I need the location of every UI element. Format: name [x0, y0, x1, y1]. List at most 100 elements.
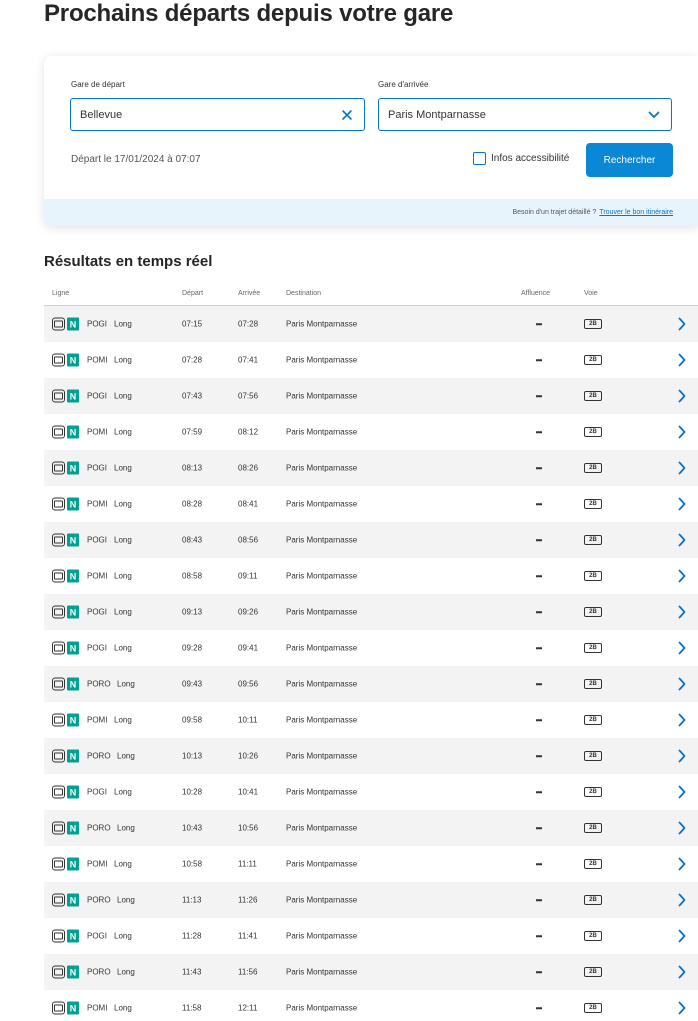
destination: Paris Montparnasse — [286, 571, 358, 581]
arrival-time: 07:56 — [238, 391, 259, 401]
line-n-badge: N — [67, 713, 79, 727]
train-icon — [52, 353, 65, 367]
chevron-right-icon[interactable] — [677, 785, 687, 799]
accessibility-checkbox[interactable] — [473, 152, 486, 165]
train-icon — [52, 821, 65, 835]
table-row[interactable]: N POMI Long 08:28 08:41 Paris Montparnasse 2B — [44, 486, 698, 522]
dash-icon — [536, 755, 542, 757]
table-row[interactable]: N POGI Long 08:43 08:56 Paris Montparnasse 2B — [44, 522, 698, 558]
table-row[interactable]: N POMI Long 08:58 09:11 Paris Montparnasse 2B — [44, 558, 698, 594]
table-row[interactable]: N POMI Long 07:59 08:12 Paris Montparnasse 2B — [44, 414, 698, 450]
destination: Paris Montparnasse — [286, 787, 358, 797]
chevron-right-icon[interactable] — [677, 713, 687, 727]
dash-icon — [536, 935, 542, 937]
search-button[interactable]: Rechercher — [586, 143, 673, 177]
platform-badge: 2B — [584, 859, 602, 869]
from-station-input[interactable]: Bellevue — [70, 98, 365, 131]
line-n-badge: N — [67, 317, 79, 331]
destination: Paris Montparnasse — [286, 679, 358, 689]
chevron-right-icon[interactable] — [677, 317, 687, 331]
table-row[interactable]: N POGI Long 08:13 08:26 Paris Montparnasse 2B — [44, 450, 698, 486]
table-row[interactable]: N PORO Long 11:43 11:56 Paris Montparnasse 2B — [44, 954, 698, 990]
arrival-time: 07:28 — [238, 319, 259, 329]
chevron-right-icon[interactable] — [677, 533, 687, 547]
departure-time: 07:59 — [182, 427, 203, 437]
destination: Paris Montparnasse — [286, 859, 358, 869]
train-icon — [52, 965, 65, 979]
chevron-right-icon[interactable] — [677, 425, 687, 439]
chevron-right-icon[interactable] — [677, 641, 687, 655]
train-length: Long — [114, 1003, 132, 1013]
table-row[interactable]: N PORO Long 09:43 09:56 Paris Montparnasse 2B — [44, 666, 698, 702]
arrival-time: 09:26 — [238, 607, 259, 617]
departure-datetime: Départ le 17/01/2024 à 07:07 — [71, 154, 201, 165]
table-row[interactable]: N POGI Long 07:43 07:56 Paris Montparnasse 2B — [44, 378, 698, 414]
to-station-value[interactable]: Paris Montparnasse — [388, 109, 643, 121]
platform-badge: 2B — [584, 427, 602, 437]
destination: Paris Montparnasse — [286, 715, 358, 725]
mission-code: POMI — [87, 859, 108, 869]
train-icon — [52, 317, 65, 331]
destination: Paris Montparnasse — [286, 643, 358, 653]
chevron-right-icon[interactable] — [677, 893, 687, 907]
chevron-right-icon[interactable] — [677, 677, 687, 691]
chevron-right-icon[interactable] — [677, 857, 687, 871]
chevron-right-icon[interactable] — [677, 605, 687, 619]
from-station-value[interactable]: Bellevue — [80, 109, 336, 121]
table-row[interactable]: N POGI Long 09:13 09:26 Paris Montparnasse 2B — [44, 594, 698, 630]
train-length: Long — [114, 499, 132, 509]
chevron-right-icon[interactable] — [677, 497, 687, 511]
train-icon — [52, 461, 65, 475]
chevron-down-icon[interactable] — [643, 104, 665, 126]
line-n-badge: N — [67, 893, 79, 907]
itinerary-link[interactable]: Trouver le bon itinéraire — [599, 209, 673, 216]
train-length: Long — [114, 607, 132, 617]
train-icon — [52, 425, 65, 439]
table-row[interactable]: N POMI Long 10:58 11:11 Paris Montparnasse 2B — [44, 846, 698, 882]
dash-icon — [536, 503, 542, 505]
departure-time: 08:28 — [182, 499, 203, 509]
close-icon[interactable] — [336, 104, 358, 126]
results-table-header: Ligne Départ Arrivée Destination Affluen… — [44, 288, 698, 306]
table-row[interactable]: N PORO Long 11:13 11:26 Paris Montparnasse 2B — [44, 882, 698, 918]
chevron-right-icon[interactable] — [677, 1001, 687, 1015]
arrival-time: 10:11 — [238, 715, 258, 725]
table-row[interactable]: N POGI Long 10:28 10:41 Paris Montparnasse 2B — [44, 774, 698, 810]
accessibility-toggle[interactable]: Infos accessibilité — [473, 152, 569, 165]
table-row[interactable]: N PORO Long 10:13 10:26 Paris Montparnasse 2B — [44, 738, 698, 774]
to-station-select[interactable]: Paris Montparnasse — [378, 98, 672, 131]
results-title: Résultats en temps réel — [44, 253, 213, 270]
arrival-time: 10:41 — [238, 787, 259, 797]
line-n-badge: N — [67, 353, 79, 367]
mission-code: PORO — [87, 751, 111, 761]
line-n-badge: N — [67, 749, 79, 763]
dash-icon — [536, 323, 542, 325]
table-row[interactable]: N POGI Long 07:15 07:28 Paris Montparnasse 2B — [44, 306, 698, 342]
table-row[interactable]: N POMI Long 09:58 10:11 Paris Montparnasse 2B — [44, 702, 698, 738]
dash-icon — [536, 863, 542, 865]
dash-icon — [536, 971, 542, 973]
arrival-time: 09:41 — [238, 643, 259, 653]
departure-time: 08:58 — [182, 571, 203, 581]
chevron-right-icon[interactable] — [677, 389, 687, 403]
chevron-right-icon[interactable] — [677, 461, 687, 475]
arrival-time: 10:26 — [238, 751, 259, 761]
table-row[interactable]: N POMI Long 11:58 12:11 Paris Montparnasse 2B — [44, 990, 698, 1021]
departure-time: 10:43 — [182, 823, 203, 833]
dash-icon — [536, 359, 542, 361]
train-length: Long — [114, 535, 132, 545]
table-row[interactable]: N POGI Long 11:28 11:41 Paris Montparnasse 2B — [44, 918, 698, 954]
chevron-right-icon[interactable] — [677, 821, 687, 835]
chevron-right-icon[interactable] — [677, 965, 687, 979]
chevron-right-icon[interactable] — [677, 929, 687, 943]
chevron-right-icon[interactable] — [677, 353, 687, 367]
table-row[interactable]: N POMI Long 07:28 07:41 Paris Montparnasse 2B — [44, 342, 698, 378]
chevron-right-icon[interactable] — [677, 749, 687, 763]
chevron-right-icon[interactable] — [677, 569, 687, 583]
column-line: Ligne — [52, 290, 70, 297]
table-row[interactable]: N PORO Long 10:43 10:56 Paris Montparnasse 2B — [44, 810, 698, 846]
arrival-time: 12:11 — [238, 1003, 258, 1013]
table-row[interactable]: N POGI Long 09:28 09:41 Paris Montparnasse 2B — [44, 630, 698, 666]
train-icon — [52, 749, 65, 763]
accessibility-label[interactable]: Infos accessibilité — [491, 153, 569, 164]
